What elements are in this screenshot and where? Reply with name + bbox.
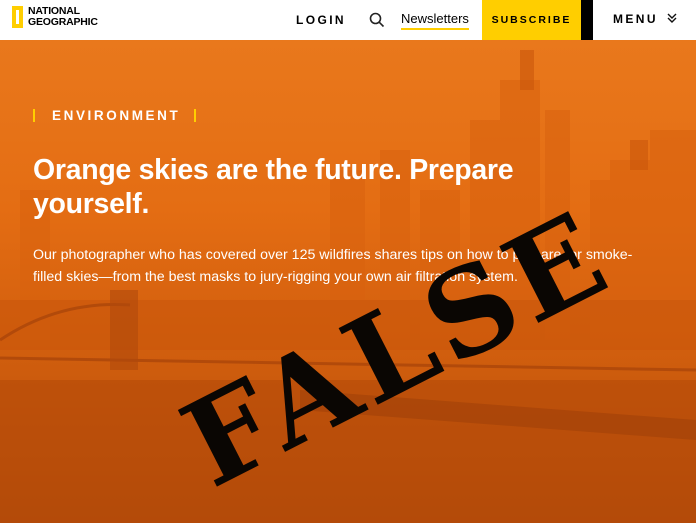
category-label[interactable]: ENVIRONMENT xyxy=(52,108,180,123)
menu-button[interactable]: MENU xyxy=(613,12,658,26)
kicker-bar-right xyxy=(194,109,197,122)
hero-image: ENVIRONMENT Orange skies are the future.… xyxy=(0,40,696,523)
login-link[interactable]: LOGIN xyxy=(296,13,346,27)
yellow-border-icon xyxy=(12,6,23,28)
header-divider-tab xyxy=(581,0,593,40)
chevron-down-icon[interactable] xyxy=(667,12,677,24)
newsletters-link[interactable]: Newsletters xyxy=(401,11,469,30)
kicker-bar-left xyxy=(33,109,35,122)
site-header: NATIONAL GEOGRAPHIC LOGIN Newsletters SU… xyxy=(0,0,696,40)
category-kicker[interactable]: ENVIRONMENT xyxy=(33,108,197,123)
logo-text: NATIONAL GEOGRAPHIC xyxy=(28,6,98,28)
natgeo-logo[interactable]: NATIONAL GEOGRAPHIC xyxy=(12,6,98,28)
subscribe-button[interactable]: SUBSCRIBE xyxy=(482,0,581,40)
logo-line-2: GEOGRAPHIC xyxy=(28,16,98,28)
search-icon[interactable] xyxy=(369,12,385,28)
